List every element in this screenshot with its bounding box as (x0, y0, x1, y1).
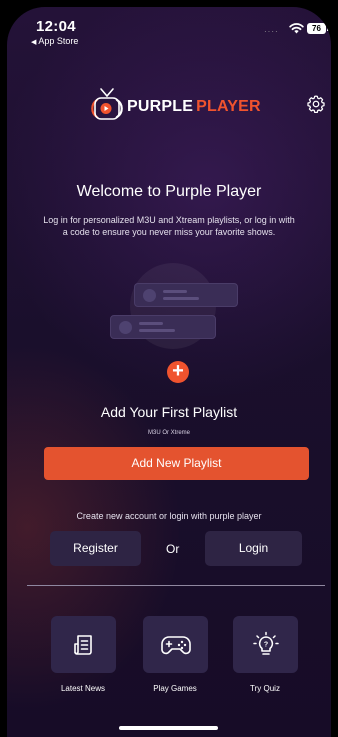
logo-text-accent: PLAYER (196, 98, 261, 115)
account-prompt: Create new account or login with purple … (76, 511, 262, 521)
settings-gear-icon[interactable] (306, 94, 326, 114)
add-playlist-title: Add Your First Playlist (100, 404, 238, 420)
register-button[interactable]: Register (50, 531, 141, 566)
logo-tv-icon (91, 88, 123, 120)
try-quiz-label: Try Quiz (250, 684, 280, 693)
news-icon (73, 634, 92, 655)
or-label: Or (166, 542, 180, 556)
add-new-playlist-button[interactable]: Add New Playlist (44, 447, 309, 480)
status-bar: 12:04 ◀ App Store ···· 76 (7, 7, 331, 51)
battery-indicator: 76 (307, 23, 329, 34)
section-divider (27, 585, 325, 586)
illustration-card-bottom (110, 315, 216, 339)
login-button[interactable]: Login (205, 531, 302, 566)
play-games-tile[interactable] (143, 616, 208, 673)
try-quiz-tile[interactable]: ? (233, 616, 298, 673)
lightbulb-icon: ? (252, 631, 279, 655)
play-games-label: Play Games (153, 684, 197, 693)
gamepad-icon (160, 635, 191, 654)
back-to-app-store[interactable]: ◀ App Store (31, 36, 78, 46)
logo-wordmark: PURPLE PLAYER (127, 98, 261, 116)
latest-news-label: Latest News (60, 684, 106, 693)
back-label: App Store (38, 36, 79, 46)
back-arrow-icon: ◀ (31, 39, 37, 46)
home-indicator[interactable] (119, 726, 218, 730)
illustration-card-top (134, 283, 238, 307)
welcome-title: Welcome to Purple Player (76, 183, 262, 200)
welcome-subtitle: Log in for personalized M3U and Xtream p… (43, 215, 295, 237)
wifi-icon (289, 23, 304, 34)
add-playlist-subtitle: M3U Or Xtreme (147, 430, 190, 436)
add-plus-icon[interactable]: + (167, 361, 189, 383)
logo-text-primary: PURPLE (127, 98, 194, 115)
status-time: 12:04 (36, 18, 76, 35)
app-screen: 12:04 ◀ App Store ···· 76 PURPLE PLAYER We… (7, 7, 331, 737)
app-logo: PURPLE PLAYER (89, 87, 269, 121)
latest-news-tile[interactable] (51, 616, 116, 673)
svg-text:?: ? (263, 641, 267, 648)
cellular-signal-icon: ···· (264, 27, 279, 36)
